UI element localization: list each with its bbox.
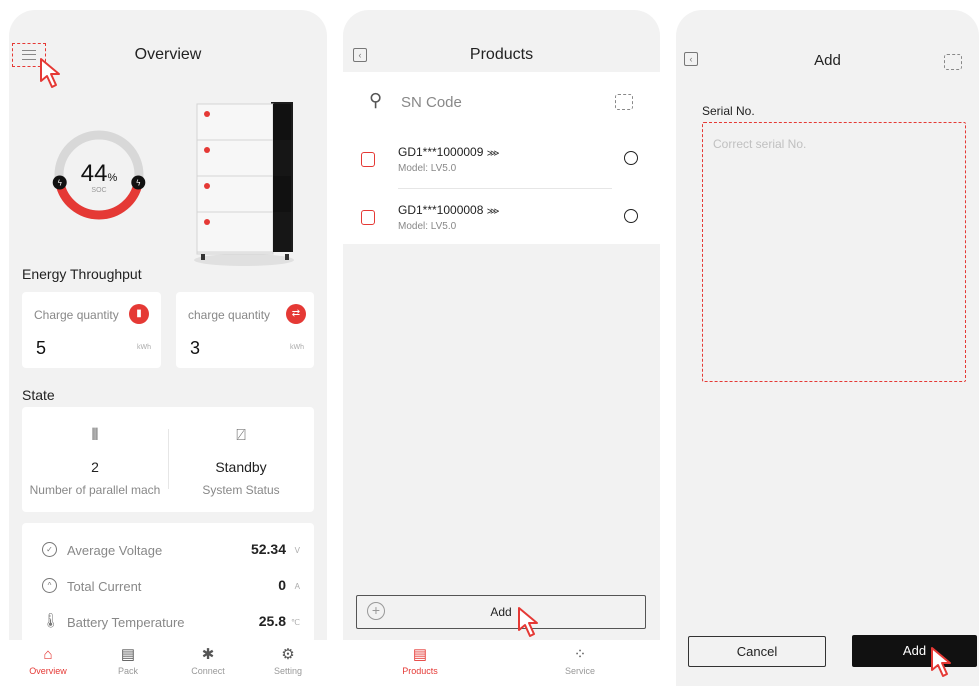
metric-average-voltage: ✓ Average Voltage 52.34 V bbox=[22, 535, 314, 565]
tab-service[interactable]: ⁘ Service bbox=[545, 644, 615, 676]
discharge-unit: kWh bbox=[290, 344, 304, 351]
metric-label: Total Current bbox=[67, 579, 142, 594]
product-sn: GD1***1000008 ⋙ bbox=[398, 203, 500, 217]
thermometer-icon: 🌡︎ bbox=[42, 612, 60, 628]
battery-cabinet-image bbox=[194, 102, 294, 266]
add-product-button[interactable]: + Add bbox=[356, 595, 646, 629]
metric-value: 52.34 bbox=[250, 541, 286, 557]
products-header: ‹ Products bbox=[343, 10, 660, 72]
metric-value: 25.8 bbox=[258, 613, 286, 629]
charge-value: 5 bbox=[36, 338, 47, 358]
monitor-icon: ⍁ bbox=[236, 427, 246, 444]
product-model: Model: LV5.0 bbox=[398, 163, 457, 174]
serial-label: Serial No. bbox=[702, 104, 755, 118]
soc-label: SOC bbox=[91, 187, 107, 194]
scan-icon[interactable] bbox=[944, 54, 962, 70]
discharge-value: 3 bbox=[190, 338, 201, 358]
metric-unit: V bbox=[294, 546, 300, 555]
tab-label: Pack bbox=[117, 666, 138, 676]
discharge-card[interactable]: charge quantity ⇄ 3 kWh bbox=[176, 292, 314, 368]
search-input[interactable]: SN Code bbox=[401, 94, 462, 111]
tab-pack[interactable]: ▤ Pack bbox=[93, 644, 163, 676]
tab-label: Products bbox=[402, 666, 438, 676]
service-icon: ⁘ bbox=[573, 646, 587, 663]
current-icon: ^ bbox=[42, 578, 57, 593]
bottom-tab-bar: ▤ Products ⁘ Service bbox=[343, 640, 660, 686]
page-title: Products bbox=[469, 46, 534, 63]
metric-battery-temperature: 🌡︎ Battery Temperature 25.8 ℃ bbox=[22, 607, 314, 637]
cancel-button[interactable]: Cancel bbox=[688, 636, 826, 667]
products-screen: ‹ Products ⚲ SN Code GD1***1000009 ⋙ Mod… bbox=[343, 10, 660, 686]
product-radio[interactable] bbox=[624, 151, 638, 165]
system-status-label: System Status bbox=[202, 483, 280, 497]
soc-unit: % bbox=[107, 172, 118, 184]
metric-label: Battery Temperature bbox=[67, 615, 185, 630]
state-card: ⫴ 2 Number of parallel mach ⍁ Standby Sy… bbox=[22, 407, 314, 512]
parallel-label: Number of parallel mach bbox=[29, 483, 161, 497]
product-row[interactable]: GD1***1000009 ⋙ Model: LV5.0 bbox=[343, 132, 660, 188]
charge-card[interactable]: Charge quantity ▮ 5 kWh bbox=[22, 292, 161, 368]
state-title: State bbox=[22, 387, 55, 403]
tab-overview[interactable]: ⌂ Overview bbox=[13, 644, 83, 676]
product-row[interactable]: GD1***1000008 ⋙ Model: LV5.0 bbox=[343, 190, 660, 246]
tab-label: Setting bbox=[273, 666, 303, 676]
pack-icon: ▤ bbox=[120, 646, 136, 663]
tab-label: Connect bbox=[191, 666, 225, 676]
charge-icon: ▮ bbox=[129, 304, 149, 324]
parallel-count: 2 bbox=[91, 459, 99, 475]
pointer-cursor-icon bbox=[518, 607, 538, 637]
pointer-cursor-icon bbox=[40, 58, 60, 88]
sn-search-bar[interactable]: ⚲ SN Code bbox=[359, 82, 641, 122]
energy-throughput-title: Energy Throughput bbox=[22, 266, 142, 282]
gear-icon: ⚙ bbox=[281, 646, 295, 663]
page-title: Add bbox=[814, 52, 841, 69]
overview-screen: Overview ϟ ϟ 44% SOC Energy Throughput C… bbox=[9, 10, 327, 686]
system-status: ⍁ Standby System Status bbox=[168, 407, 314, 512]
parallel-machines: ⫴ 2 Number of parallel mach bbox=[22, 407, 168, 512]
discharge-label: charge quantity bbox=[188, 308, 271, 322]
tab-products[interactable]: ▤ Products bbox=[385, 644, 455, 676]
signal-icon: ⋙ bbox=[486, 148, 500, 158]
discharge-icon: ⇄ bbox=[286, 304, 306, 324]
product-model: Model: LV5.0 bbox=[398, 221, 457, 232]
tab-label: Service bbox=[564, 666, 595, 676]
metric-value: 0 bbox=[278, 577, 286, 593]
sn-text: GD1***1000008 bbox=[398, 203, 484, 217]
metric-total-current: ^ Total Current 0 A bbox=[22, 571, 314, 601]
bottom-tab-bar: ⌂ Overview ▤ Pack ✱ Connect ⚙ Setting bbox=[9, 640, 327, 686]
battery-icon bbox=[361, 152, 375, 167]
voltage-icon: ✓ bbox=[42, 542, 57, 557]
metric-label: Average Voltage bbox=[67, 543, 163, 558]
parallel-icon: ⫴ bbox=[91, 427, 99, 444]
charge-unit: kWh bbox=[137, 344, 151, 351]
pointer-cursor-icon bbox=[931, 647, 951, 677]
soc-value: 44% bbox=[49, 160, 149, 188]
search-icon: ⚲ bbox=[369, 90, 383, 110]
signal-icon: ⋙ bbox=[486, 206, 500, 216]
metric-unit: ℃ bbox=[291, 618, 300, 627]
soc-number: 44 bbox=[80, 160, 108, 187]
scan-icon[interactable] bbox=[615, 94, 633, 110]
home-icon: ⌂ bbox=[43, 646, 53, 663]
product-sn: GD1***1000009 ⋙ bbox=[398, 145, 500, 159]
tab-setting[interactable]: ⚙ Setting bbox=[253, 644, 323, 676]
tab-label: Overview bbox=[29, 666, 67, 676]
metrics-card: ✓ Average Voltage 52.34 V ^ Total Curren… bbox=[22, 523, 314, 643]
products-icon: ▤ bbox=[412, 646, 428, 663]
divider bbox=[398, 188, 612, 189]
serial-input[interactable] bbox=[702, 122, 966, 382]
add-label: Add bbox=[490, 605, 512, 619]
sn-text: GD1***1000009 bbox=[398, 145, 484, 159]
metric-unit: A bbox=[294, 582, 300, 591]
battery-icon bbox=[361, 210, 375, 225]
product-radio[interactable] bbox=[624, 209, 638, 223]
charge-label: Charge quantity bbox=[34, 308, 119, 322]
bluetooth-icon: ✱ bbox=[201, 646, 215, 663]
tab-connect[interactable]: ✱ Connect bbox=[173, 644, 243, 676]
system-status-value: Standby bbox=[215, 459, 267, 475]
add-screen: ‹ Add Serial No. Cancel Add bbox=[676, 10, 979, 686]
